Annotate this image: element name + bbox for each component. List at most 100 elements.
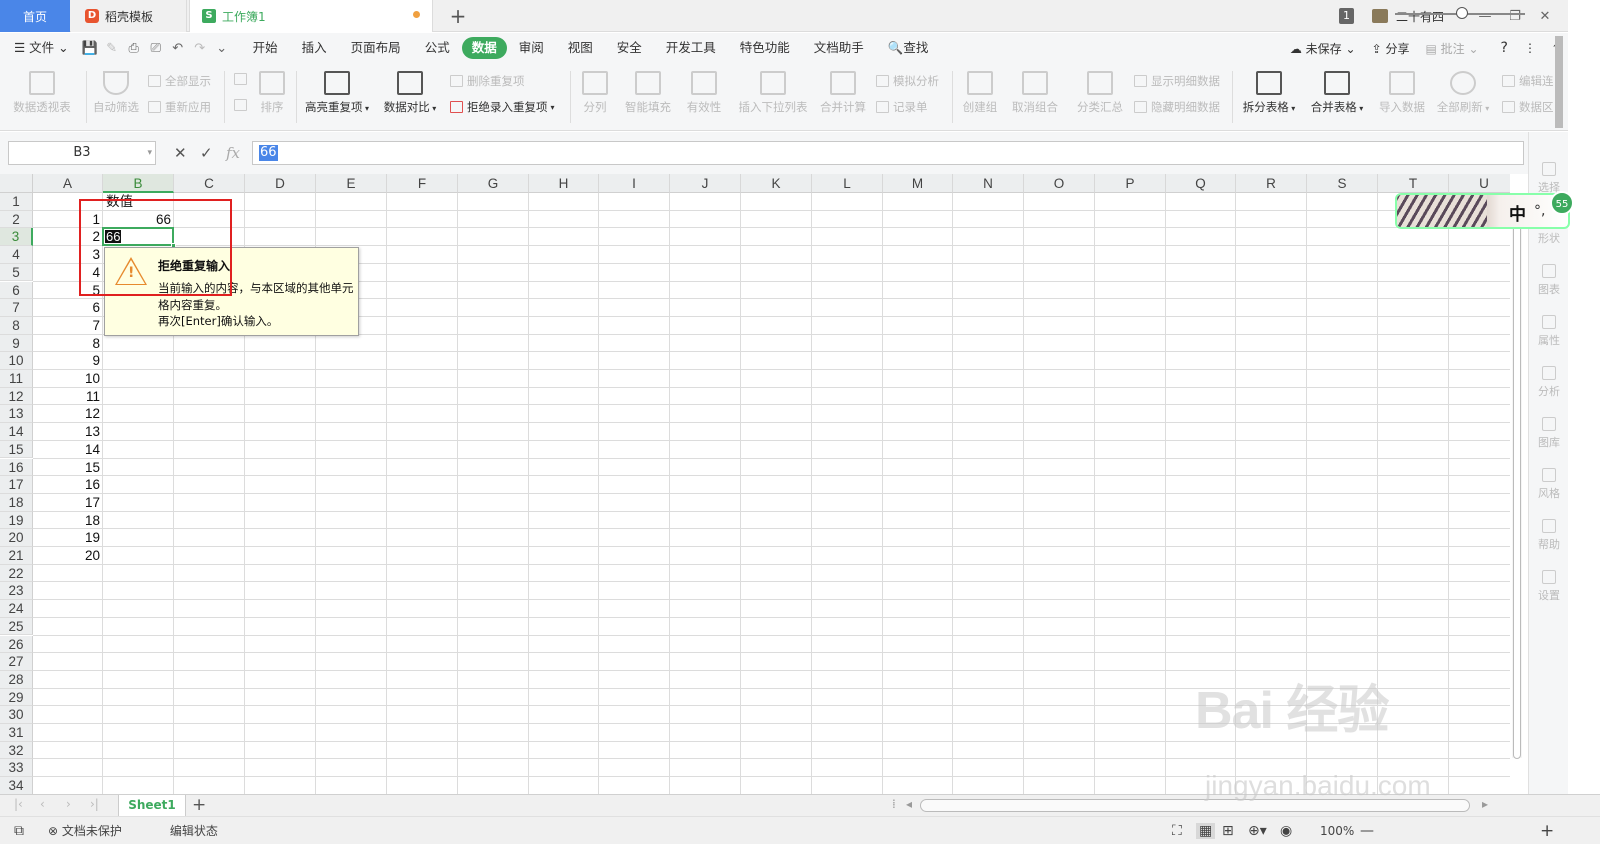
tab-home[interactable]: 首页 — [0, 0, 70, 32]
column-header-e[interactable]: E — [316, 174, 387, 193]
scroll-right-icon[interactable]: ▸ — [1482, 797, 1488, 811]
next-sheet-icon[interactable]: › — [66, 797, 71, 811]
row-header-21[interactable]: 21 — [0, 547, 33, 565]
menu-tab-6[interactable]: 视图 — [556, 37, 605, 59]
cell-a11[interactable]: 10 — [33, 370, 103, 387]
file-menu[interactable]: ☰ 文件 ⌄ — [0, 37, 79, 59]
zoom-out-button[interactable]: — — [1360, 823, 1374, 839]
side-panel-item-7[interactable]: 帮助 — [1529, 519, 1569, 552]
vertical-scroll-thumb[interactable] — [1513, 194, 1521, 759]
column-header-l[interactable]: L — [812, 174, 883, 193]
cell-a14[interactable]: 13 — [33, 423, 103, 440]
tab-workbook[interactable]: S 工作簿1 — [189, 0, 433, 32]
side-panel-item-8[interactable]: 设置 — [1529, 570, 1569, 603]
row-header-2[interactable]: 2 — [0, 210, 33, 229]
ime-floating-widget[interactable]: 中 °, — [1395, 193, 1570, 229]
row-header-14[interactable]: 14 — [0, 423, 33, 441]
row-header-4[interactable]: 4 — [0, 246, 33, 264]
row-header-25[interactable]: 25 — [0, 617, 33, 636]
tab-template[interactable]: D 稻壳模板 — [71, 0, 187, 32]
row-header-31[interactable]: 31 — [0, 724, 33, 742]
menu-tab-1[interactable]: 插入 — [290, 37, 339, 59]
page-break-view-icon[interactable]: ⊞ — [1222, 823, 1234, 839]
menu-tab-8[interactable]: 开发工具 — [654, 37, 728, 59]
ime-score-badge[interactable]: 55 — [1550, 191, 1574, 215]
row-header-22[interactable]: 22 — [0, 564, 33, 583]
add-sheet-button[interactable]: + — [192, 795, 206, 815]
new-tab-button[interactable]: + — [448, 0, 468, 32]
user-name[interactable]: 二十有四 — [1396, 8, 1444, 25]
sheet-tab-sheet1[interactable]: Sheet1 — [118, 795, 186, 817]
menu-tab-4[interactable]: 数据 — [461, 37, 507, 59]
ribbon-scrollbar[interactable] — [1555, 36, 1563, 128]
column-header-b[interactable]: B — [103, 174, 174, 193]
name-box[interactable]: B3 ▾ — [8, 141, 156, 165]
menu-tab-3[interactable]: 公式 — [413, 37, 462, 59]
import-data-button[interactable]: 导入数据 — [1376, 71, 1428, 115]
cancel-icon[interactable]: ✕ — [174, 144, 187, 162]
restore-button[interactable]: ❐ — [1500, 9, 1530, 24]
menu-tab-9[interactable]: 特色功能 — [728, 37, 802, 59]
merge-table-button[interactable]: 合并表格 ▾ — [1308, 71, 1366, 115]
cell-a10[interactable]: 9 — [33, 352, 103, 369]
cell-a13[interactable]: 12 — [33, 405, 103, 422]
prev-sheet-icon[interactable]: ‹ — [40, 797, 45, 811]
record-form-button[interactable]: 记录单 — [876, 99, 928, 115]
save-icon[interactable]: 💾 — [79, 41, 101, 56]
row-header-12[interactable]: 12 — [0, 387, 33, 406]
column-header-c[interactable]: C — [174, 174, 245, 193]
row-header-33[interactable]: 33 — [0, 759, 33, 778]
format-painter-icon[interactable]: ✎ — [101, 41, 123, 56]
row-header-30[interactable]: 30 — [0, 706, 33, 724]
row-header-13[interactable]: 13 — [0, 405, 33, 424]
row-header-15[interactable]: 15 — [0, 440, 33, 459]
column-header-p[interactable]: P — [1095, 174, 1166, 193]
row-header-7[interactable]: 7 — [0, 299, 33, 317]
row-header-10[interactable]: 10 — [0, 352, 33, 370]
column-header-m[interactable]: M — [883, 174, 953, 193]
protection-status[interactable]: ⊗ 文档未保护 — [48, 822, 122, 839]
help-icon[interactable]: ? — [1493, 40, 1516, 56]
first-sheet-icon[interactable]: |‹ — [14, 797, 23, 811]
eye-protect-icon[interactable]: ◉ — [1280, 823, 1292, 839]
menu-tab-2[interactable]: 页面布局 — [339, 37, 413, 59]
redo-icon[interactable]: ↷ — [189, 41, 211, 56]
row-header-32[interactable]: 32 — [0, 741, 33, 760]
zoom-in-button[interactable]: + — [1540, 821, 1554, 841]
column-header-q[interactable]: Q — [1166, 174, 1236, 193]
row-header-26[interactable]: 26 — [0, 635, 33, 654]
zoom-slider-knob[interactable] — [1456, 7, 1468, 19]
row-header-20[interactable]: 20 — [0, 529, 33, 547]
column-header-h[interactable]: H — [529, 174, 599, 193]
smart-fill-button[interactable]: 智能填充 — [622, 71, 674, 115]
row-header-27[interactable]: 27 — [0, 653, 33, 671]
cell-a20[interactable]: 19 — [33, 529, 103, 546]
column-header-r[interactable]: R — [1236, 174, 1307, 193]
reapply-button[interactable]: 重新应用 — [148, 99, 211, 115]
sort-asc-icon[interactable] — [234, 73, 251, 85]
more-icon[interactable]: ⋮ — [1516, 41, 1544, 55]
sort-button[interactable]: 排序 — [256, 71, 288, 115]
row-header-8[interactable]: 8 — [0, 316, 33, 335]
side-panel-item-5[interactable]: 图库 — [1529, 417, 1569, 450]
menu-tab-10[interactable]: 文档助手 — [802, 37, 876, 59]
status-layout-icon[interactable]: ⧉ — [14, 823, 24, 839]
insert-function-icon[interactable]: fx — [226, 144, 240, 162]
side-panel-item-2[interactable]: 图表 — [1529, 264, 1569, 297]
column-header-i[interactable]: I — [599, 174, 670, 193]
quick-access-dropdown-icon[interactable]: ⌄ — [211, 41, 233, 56]
row-header-17[interactable]: 17 — [0, 476, 33, 494]
side-panel-item-4[interactable]: 分析 — [1529, 366, 1569, 399]
row-header-3[interactable]: 3 — [0, 228, 33, 247]
row-header-19[interactable]: 19 — [0, 511, 33, 530]
close-button[interactable]: ✕ — [1530, 9, 1560, 24]
split-column-button[interactable]: 分列 — [578, 71, 612, 115]
undo-icon[interactable]: ↶ — [167, 41, 189, 56]
cell-a17[interactable]: 16 — [33, 476, 103, 493]
formula-input[interactable]: 66 — [252, 141, 1524, 165]
insert-dropdown-button[interactable]: 插入下拉列表 — [736, 71, 810, 115]
column-header-t[interactable]: T — [1378, 174, 1449, 193]
column-header-o[interactable]: O — [1024, 174, 1095, 193]
refresh-all-button[interactable]: 全部刷新 ▾ — [1434, 71, 1492, 115]
split-table-button[interactable]: 拆分表格 ▾ — [1240, 71, 1298, 115]
